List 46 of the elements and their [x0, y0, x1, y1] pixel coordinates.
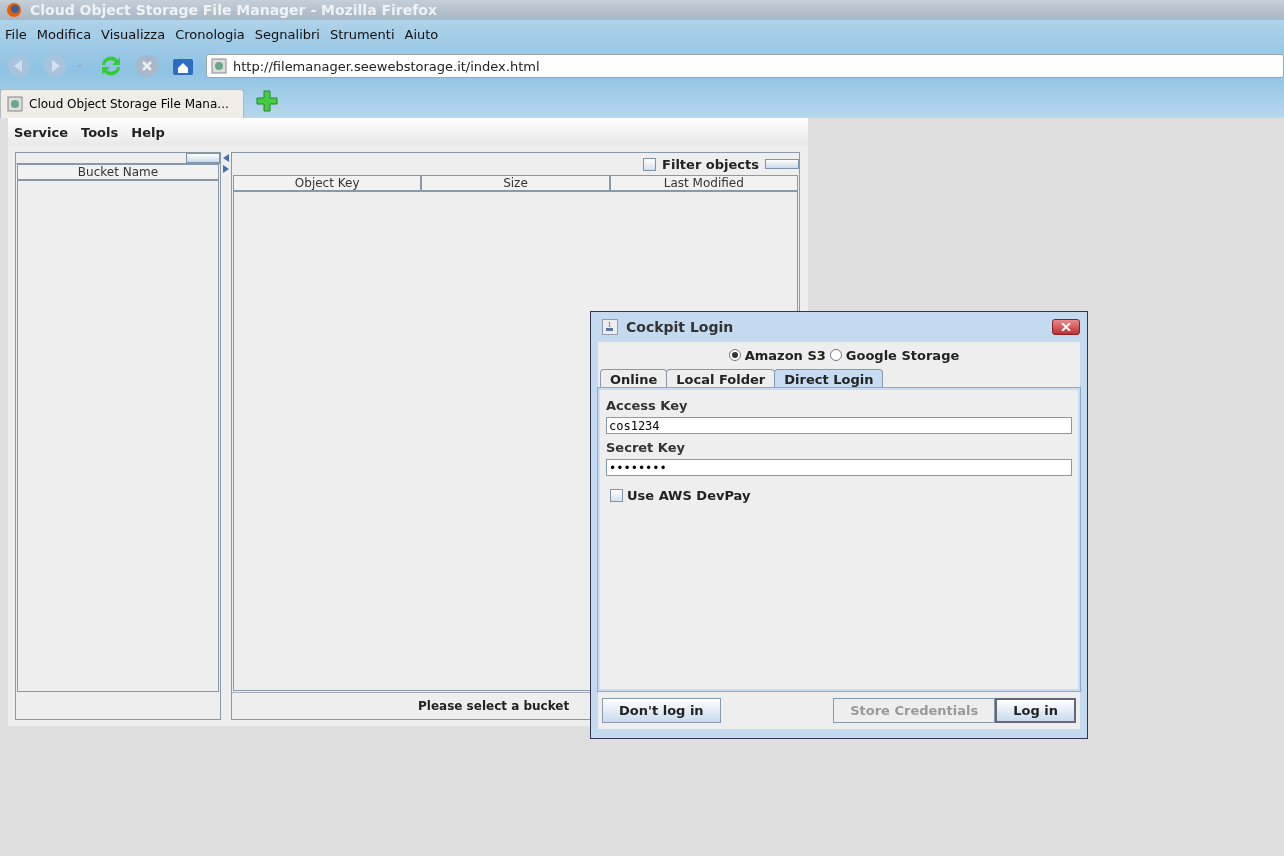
- plus-icon[interactable]: [254, 88, 280, 114]
- address-bar[interactable]: http://filemanager.seewebstorage.it/index.html: [206, 54, 1284, 78]
- dialog-button[interactable]: Log in: [995, 697, 1076, 723]
- column-header[interactable]: Object Key: [233, 175, 422, 191]
- close-button[interactable]: [1052, 319, 1080, 335]
- browser-logo-icon: [6, 2, 22, 18]
- checkbox[interactable]: [643, 157, 657, 171]
- filter-label: Filter objects: [662, 156, 759, 172]
- radio-button[interactable]: [829, 349, 842, 361]
- column-header[interactable]: Bucket Name: [17, 164, 219, 180]
- menu-item[interactable]: File: [5, 26, 27, 42]
- menu-item[interactable]: Aiuto: [404, 26, 439, 42]
- column-header[interactable]: Size: [421, 175, 610, 191]
- menu-item[interactable]: Cronologia: [175, 26, 245, 42]
- menu-item[interactable]: Modifica: [36, 26, 92, 42]
- radio-label: Google Storage: [845, 347, 960, 363]
- checkbox-label: Use AWS DevPay: [627, 488, 751, 503]
- menu-item[interactable]: Tools: [81, 124, 119, 140]
- browser-tab[interactable]: Cloud Object Storage File Mana...: [0, 89, 244, 118]
- menu-item[interactable]: Segnalibri: [254, 26, 320, 42]
- toolbar-button[interactable]: [186, 153, 220, 163]
- column-header[interactable]: Last Modified: [609, 175, 798, 191]
- checkbox[interactable]: [610, 489, 623, 502]
- close-icon: [1061, 323, 1071, 331]
- page-icon: [211, 58, 227, 74]
- menu-item[interactable]: Visualizza: [101, 26, 166, 42]
- radio-button[interactable]: [728, 349, 741, 361]
- url-text: http://filemanager.seewebstorage.it/index.html: [233, 58, 540, 74]
- expand-right-icon[interactable]: [223, 165, 229, 173]
- field-label: Access Key: [606, 398, 689, 413]
- page-icon: [7, 96, 23, 112]
- dialog-title: Cockpit Login: [626, 319, 734, 335]
- input-field[interactable]: cos1234: [606, 417, 1072, 434]
- menu-item[interactable]: Strumenti: [330, 26, 395, 42]
- menu-item[interactable]: Help: [131, 124, 165, 140]
- status-text: Please select a bucket: [418, 699, 570, 713]
- field-label: Secret Key: [606, 440, 686, 455]
- dialog-button[interactable]: Don't log in: [602, 697, 721, 723]
- radio-label: Amazon S3: [744, 347, 826, 363]
- filter-button[interactable]: [765, 159, 799, 169]
- tab-title: Cloud Object Storage File Mana...: [29, 97, 229, 111]
- window-title: Cloud Object Storage File Manager - Mozilla Firefox: [30, 2, 437, 18]
- stop-icon[interactable]: [134, 53, 160, 79]
- collapse-left-icon[interactable]: [223, 154, 229, 162]
- input-field[interactable]: ••••••••: [606, 459, 1072, 476]
- menu-item[interactable]: Service: [14, 124, 69, 140]
